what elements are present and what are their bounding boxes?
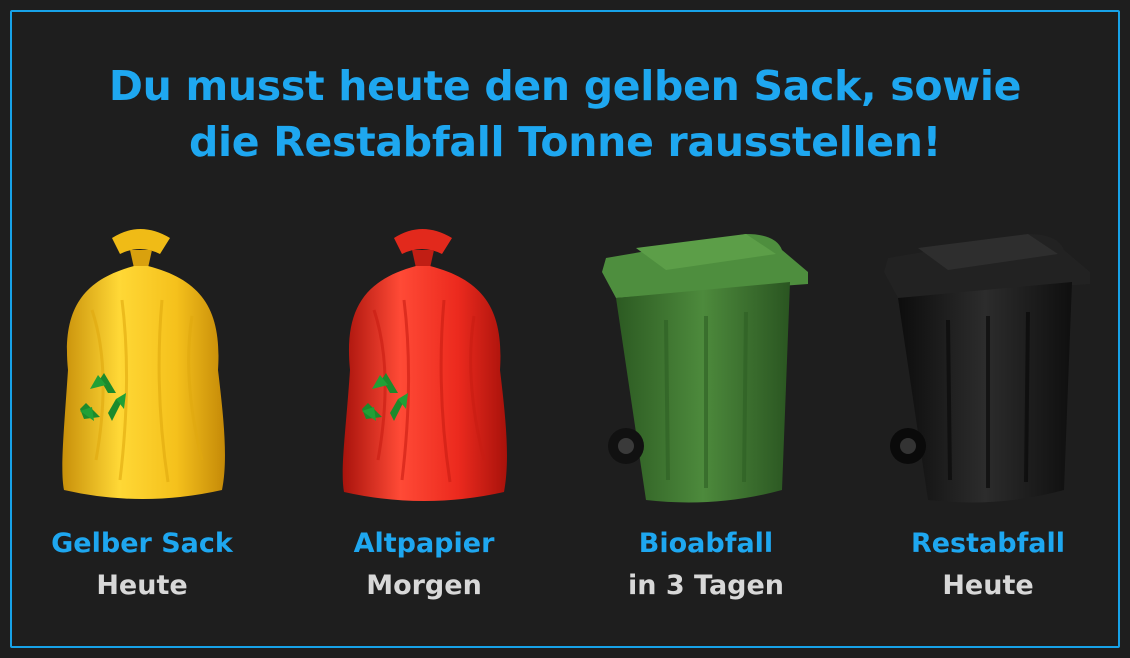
- item-altpapier: Altpapier Morgen: [294, 220, 554, 620]
- item-gelber-sack: Gelber Sack Heute: [12, 220, 272, 620]
- item-bioabfall: Bioabfall in 3 Tagen: [576, 220, 836, 620]
- yellow-bag-icon: [62, 229, 225, 499]
- headline: Du musst heute den gelben Sack, sowie di…: [20, 58, 1110, 170]
- item-when: Morgen: [366, 570, 482, 601]
- black-bin-icon: [884, 234, 1090, 503]
- item-name: Restabfall: [910, 528, 1066, 559]
- item-when: Heute: [942, 570, 1034, 601]
- waste-reminder-panel: Du musst heute den gelben Sack, sowie di…: [0, 0, 1130, 658]
- green-bin-icon: [602, 234, 808, 503]
- item-restabfall: Restabfall Heute: [858, 220, 1118, 620]
- item-name: Bioabfall: [638, 528, 774, 559]
- headline-line-1: Du musst heute den gelben Sack, sowie: [108, 62, 1022, 110]
- item-when: Heute: [96, 570, 188, 601]
- item-name: Gelber Sack: [51, 528, 233, 559]
- red-bag-icon: [342, 229, 507, 501]
- item-name: Altpapier: [353, 528, 495, 559]
- item-when: in 3 Tagen: [627, 570, 785, 601]
- headline-line-2: die Restabfall Tonne rausstellen!: [188, 118, 942, 166]
